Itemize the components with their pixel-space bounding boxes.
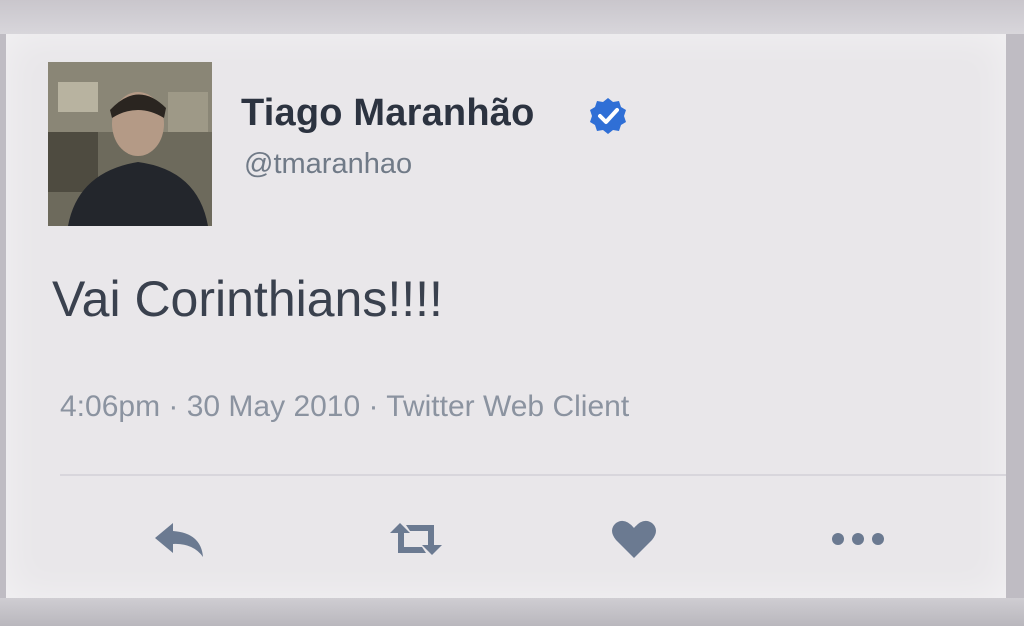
tweet-timestamp[interactable]: 4:06pm · 30 May 2010 · Twitter Web Clien… bbox=[60, 390, 629, 424]
divider bbox=[60, 474, 1006, 476]
verified-badge-icon bbox=[588, 96, 628, 136]
tweet-card: Tiago Maranhão @tmaranhao Vai Corinthian… bbox=[6, 34, 1006, 598]
reply-button[interactable] bbox=[144, 514, 214, 564]
user-handle[interactable]: @tmaranhao bbox=[244, 148, 412, 181]
monitor-top-edge bbox=[0, 0, 1024, 34]
retweet-icon bbox=[390, 523, 442, 555]
like-button[interactable] bbox=[599, 514, 669, 564]
monitor-bottom-edge bbox=[0, 598, 1024, 626]
avatar[interactable] bbox=[48, 62, 212, 226]
tweet-text: Vai Corinthians!!!! bbox=[52, 271, 443, 327]
more-icon bbox=[832, 533, 884, 545]
retweet-button[interactable] bbox=[381, 514, 451, 564]
reply-icon bbox=[155, 523, 203, 557]
heart-icon bbox=[612, 520, 656, 558]
more-button[interactable] bbox=[823, 514, 893, 564]
display-name[interactable]: Tiago Maranhão bbox=[241, 92, 534, 135]
